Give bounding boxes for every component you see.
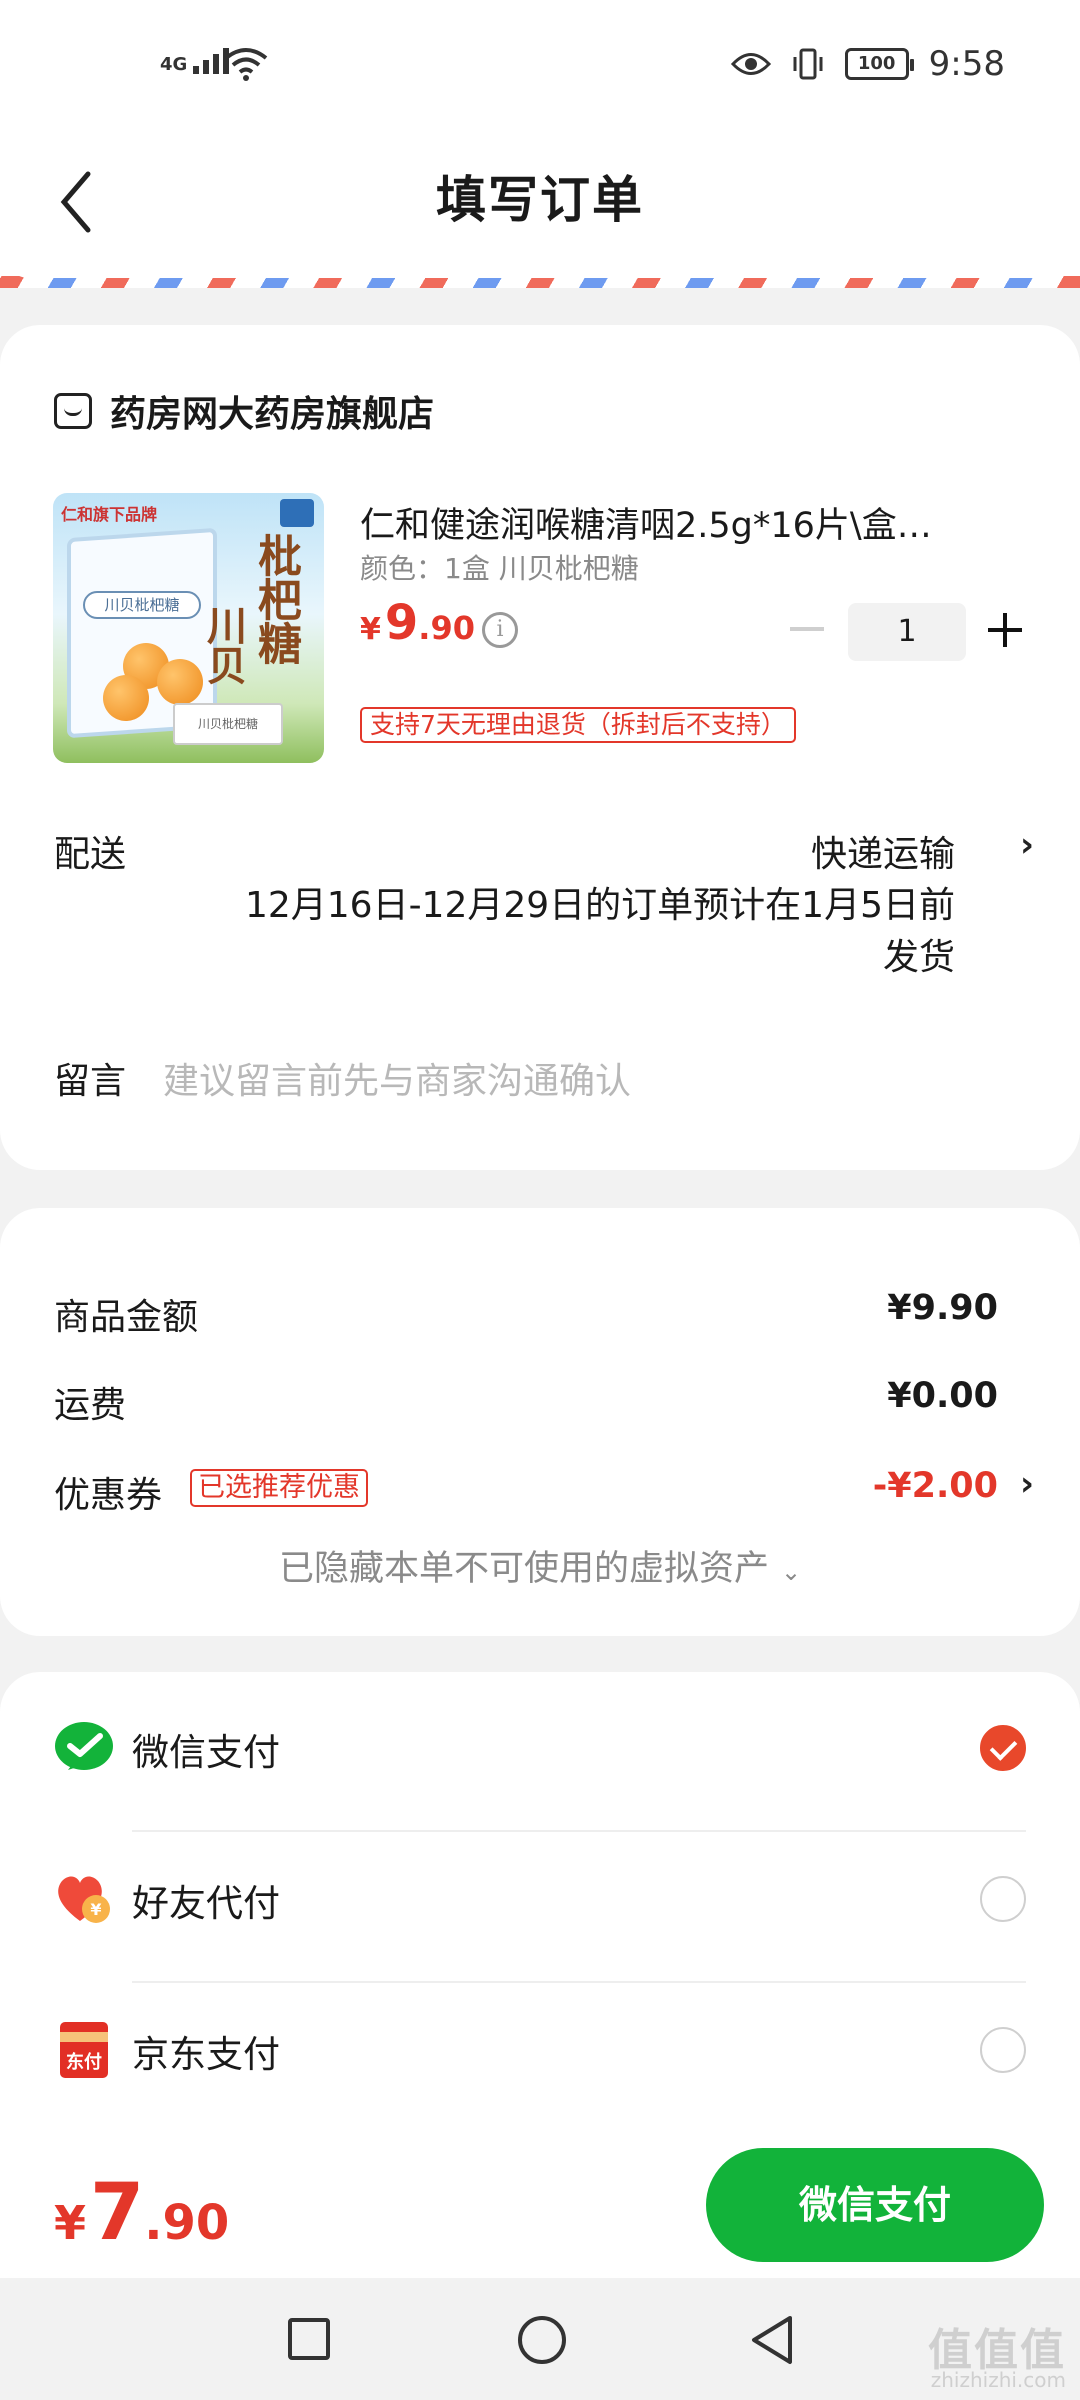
svg-text:¥: ¥ bbox=[90, 1900, 101, 1919]
watermark-url: zhizhizhi.com bbox=[930, 2368, 1066, 2392]
payment-methods-card: 微信支付 ¥ 好友代付 东付 京东支付 bbox=[0, 1672, 1080, 2132]
delivery-label: 配送 bbox=[54, 834, 127, 875]
checkout-bar: ¥ 7 .90 微信支付 bbox=[0, 2132, 1080, 2278]
payment-option-friend[interactable]: ¥ 好友代付 bbox=[0, 1823, 1080, 1973]
goods-amount-label: 商品金额 bbox=[54, 1297, 199, 1338]
network-type: 4G bbox=[160, 54, 188, 75]
product-price: ¥ 9 .90 bbox=[360, 595, 475, 651]
hidden-assets-toggle[interactable]: 已隐藏本单不可使用的虚拟资产 ⌄ bbox=[0, 1540, 1080, 1591]
radio-selected[interactable] bbox=[980, 1725, 1026, 1771]
price-integer: 9 bbox=[384, 595, 419, 651]
message-label: 留言 bbox=[54, 1061, 127, 1102]
message-input[interactable]: 建议留言前先与商家沟通确认 bbox=[163, 1052, 631, 1104]
product-image-badge bbox=[280, 499, 314, 527]
vibrate-icon bbox=[793, 48, 823, 80]
store-name: 药房网大药房旗舰店 bbox=[110, 394, 435, 435]
total-amount: ¥ 7 .90 bbox=[54, 2168, 229, 2258]
radio-unselected[interactable] bbox=[980, 1876, 1026, 1922]
info-icon[interactable]: i bbox=[482, 612, 518, 648]
coupon-tag: 已选推荐优惠 bbox=[190, 1469, 368, 1507]
delivery-method[interactable]: 快递运输 bbox=[811, 825, 955, 877]
payment-option-wechat[interactable]: 微信支付 bbox=[0, 1672, 1080, 1822]
battery-icon: 100 bbox=[844, 48, 914, 80]
product-image-label: 川贝枇杷糖 bbox=[83, 591, 201, 619]
wechat-pay-button[interactable]: 微信支付 bbox=[706, 2148, 1044, 2262]
friend-pay-icon: ¥ bbox=[58, 1876, 110, 1923]
payment-label: 微信支付 bbox=[132, 1731, 280, 1774]
system-nav-bar bbox=[0, 2278, 1080, 2400]
hidden-assets-text: 已隐藏本单不可使用的虚拟资产 bbox=[278, 1549, 769, 1589]
product-image-brand: 仁和旗下品牌 bbox=[61, 505, 158, 524]
shipping-value: ¥0.00 bbox=[887, 1376, 998, 1416]
shipping-label: 运费 bbox=[54, 1385, 127, 1426]
chevron-right-icon[interactable]: › bbox=[1020, 825, 1034, 865]
payment-label: 京东支付 bbox=[132, 2033, 280, 2076]
product-spec[interactable]: 颜色：1盒 川贝枇杷糖 bbox=[360, 547, 639, 587]
payment-option-jd[interactable]: 东付 京东支付 bbox=[0, 1974, 1080, 2124]
svg-text:东付: 东付 bbox=[66, 2051, 102, 2073]
order-card: 药房网大药房旗舰店 仁和旗下品牌 川贝枇杷糖 枇杷糖 川贝 川贝枇杷糖 仁和健途… bbox=[0, 325, 1080, 1170]
eye-icon bbox=[730, 53, 771, 75]
header-bottom bbox=[0, 238, 1080, 278]
coupon-label: 优惠券 bbox=[54, 1475, 163, 1516]
quantity-field[interactable]: 1 bbox=[848, 603, 966, 661]
chevron-down-icon: ⌄ bbox=[780, 1558, 802, 1586]
product-image-pack: 川贝枇杷糖 bbox=[173, 703, 283, 745]
product-image-text-2: 川贝 bbox=[200, 605, 246, 685]
recents-button[interactable] bbox=[288, 2318, 330, 2360]
loquat-fruit-icon bbox=[103, 675, 149, 721]
clock: 9:58 bbox=[928, 44, 1005, 84]
price-currency: ¥ bbox=[360, 612, 381, 647]
price-summary-card: 商品金额 ¥9.90 运费 ¥0.00 优惠券 已选推荐优惠 -¥2.00 › … bbox=[0, 1208, 1080, 1636]
decrease-quantity-button[interactable] bbox=[790, 615, 824, 643]
total-decimal: .90 bbox=[144, 2195, 230, 2251]
payment-label: 好友代付 bbox=[132, 1882, 280, 1925]
product-image[interactable]: 仁和旗下品牌 川贝枇杷糖 枇杷糖 川贝 川贝枇杷糖 bbox=[53, 493, 324, 763]
product-image-text: 枇杷糖 bbox=[250, 533, 301, 665]
goods-amount-value: ¥9.90 bbox=[887, 1288, 998, 1328]
wifi-icon bbox=[224, 48, 268, 81]
product-title[interactable]: 仁和健途润喉糖清咽2.5g*16片\盒… bbox=[360, 497, 990, 548]
store-icon bbox=[54, 393, 92, 429]
delivery-estimate: 12月16日-12月29日的订单预计在1月5日前发货 bbox=[244, 885, 955, 978]
chevron-right-icon[interactable]: › bbox=[1020, 1464, 1034, 1504]
total-integer: 7 bbox=[90, 2168, 145, 2258]
page-title: 填写订单 bbox=[436, 171, 644, 229]
signal-indicator: 4G bbox=[160, 48, 230, 75]
jd-pay-icon: 东付 bbox=[60, 2022, 108, 2078]
increase-quantity-button[interactable] bbox=[988, 613, 1022, 647]
radio-unselected[interactable] bbox=[980, 2027, 1026, 2073]
price-decimal: .90 bbox=[418, 609, 475, 647]
total-currency: ¥ bbox=[54, 2196, 87, 2250]
store-row[interactable]: 药房网大药房旗舰店 bbox=[54, 385, 434, 437]
back-triangle-icon[interactable] bbox=[748, 2314, 796, 2366]
return-policy-tag: 支持7天无理由退货（拆封后不支持） bbox=[360, 707, 796, 743]
status-bar: 4G 100 9:58 bbox=[0, 0, 1080, 130]
loquat-fruit-icon bbox=[157, 659, 203, 705]
home-button[interactable] bbox=[518, 2316, 566, 2364]
wechat-pay-icon bbox=[55, 1722, 113, 1770]
coupon-value[interactable]: -¥2.00 bbox=[873, 1466, 998, 1506]
